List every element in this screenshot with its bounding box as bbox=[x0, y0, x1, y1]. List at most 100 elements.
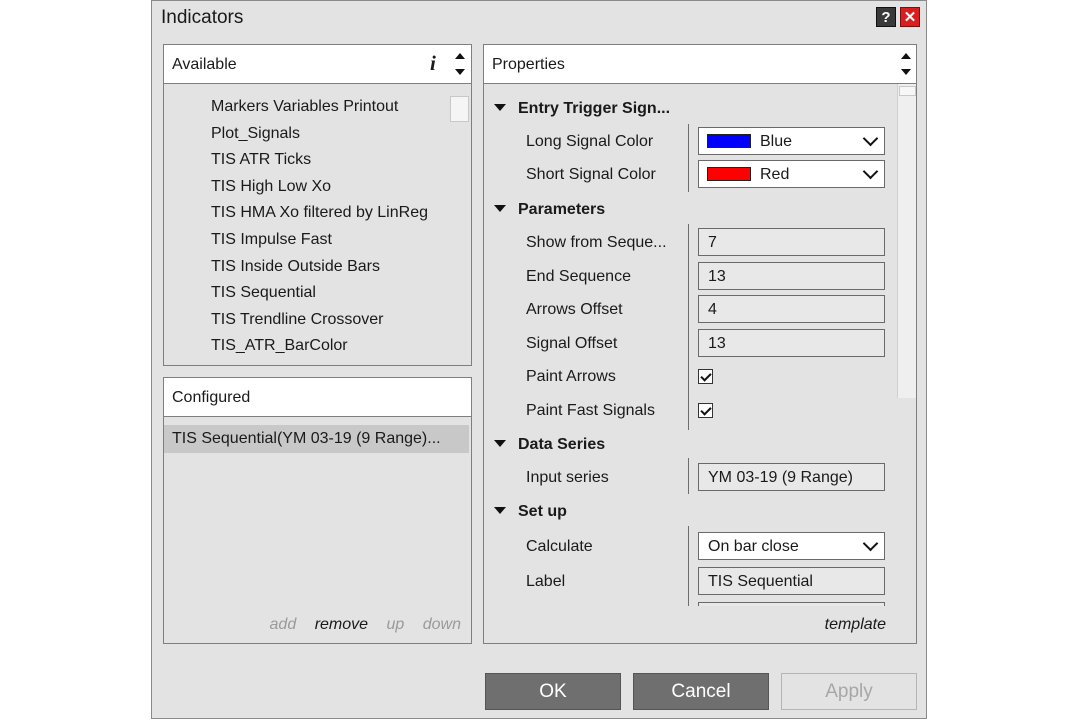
window-title: Indicators bbox=[161, 7, 244, 28]
label-label: Label bbox=[526, 573, 566, 590]
paint-arrows-checkbox[interactable] bbox=[698, 369, 713, 384]
arrow-down-icon[interactable] bbox=[901, 69, 911, 75]
help-icon[interactable]: ? bbox=[876, 7, 896, 27]
column-divider bbox=[688, 526, 689, 606]
input-series-field[interactable]: YM 03-19 (9 Range) bbox=[698, 463, 885, 491]
properties-title: Properties bbox=[492, 56, 565, 73]
paint-arrows-label: Paint Arrows bbox=[526, 368, 616, 385]
configured-panel: Configured TIS Sequential(YM 03-19 (9 Ra… bbox=[163, 377, 472, 644]
chevron-down-icon[interactable] bbox=[862, 130, 879, 147]
cancel-button[interactable]: Cancel bbox=[633, 673, 769, 710]
up-link[interactable]: up bbox=[387, 616, 405, 633]
show-from-sequence-label: Show from Seque... bbox=[526, 234, 667, 251]
list-item[interactable]: TIS Sequential bbox=[211, 284, 316, 302]
select-value: Red bbox=[760, 166, 790, 183]
category-label: Entry Trigger Sign... bbox=[518, 100, 671, 117]
field-value: 4 bbox=[708, 301, 717, 318]
field-value: 13 bbox=[708, 335, 726, 352]
down-link[interactable]: down bbox=[423, 616, 461, 633]
configured-actions: add remove up down bbox=[256, 616, 461, 634]
properties-scrollbar[interactable] bbox=[897, 84, 916, 398]
available-list: Markers Variables Printout Plot_Signals … bbox=[164, 84, 471, 365]
arrows-offset-input[interactable]: 4 bbox=[698, 295, 885, 323]
list-item[interactable]: Plot_Signals bbox=[211, 125, 300, 143]
info-icon[interactable]: i bbox=[430, 51, 436, 76]
arrow-down-icon[interactable] bbox=[455, 69, 465, 75]
list-item[interactable]: TIS Inside Outside Bars bbox=[211, 258, 380, 276]
chevron-down-icon[interactable] bbox=[862, 163, 879, 180]
long-signal-color-label: Long Signal Color bbox=[526, 133, 654, 150]
select-value: On bar close bbox=[708, 538, 799, 555]
short-signal-color-select[interactable]: Red bbox=[698, 160, 885, 188]
next-field-partial[interactable] bbox=[698, 602, 885, 606]
arrow-up-icon[interactable] bbox=[455, 53, 465, 59]
properties-spinner[interactable] bbox=[897, 45, 915, 83]
short-signal-color-label: Short Signal Color bbox=[526, 166, 656, 183]
list-item[interactable]: TIS ATR Ticks bbox=[211, 151, 311, 169]
select-value: Blue bbox=[760, 133, 793, 150]
available-sort-spinner[interactable] bbox=[451, 45, 469, 83]
collapse-triangle-icon[interactable] bbox=[494, 440, 506, 448]
properties-header: Properties bbox=[484, 45, 916, 84]
show-from-sequence-input[interactable]: 7 bbox=[698, 228, 885, 256]
properties-grid: Entry Trigger Sign... Long Signal Color … bbox=[484, 84, 916, 643]
template-link[interactable]: template bbox=[825, 616, 886, 634]
apply-button[interactable]: Apply bbox=[781, 673, 917, 710]
field-value: 13 bbox=[708, 268, 726, 285]
close-icon[interactable]: ✕ bbox=[900, 7, 920, 27]
column-divider bbox=[688, 124, 689, 192]
available-title: Available bbox=[172, 56, 237, 73]
category-label: Parameters bbox=[518, 201, 606, 218]
input-series-label: Input series bbox=[526, 469, 609, 486]
collapse-triangle-icon[interactable] bbox=[494, 104, 506, 112]
category-parameters[interactable]: Parameters bbox=[494, 201, 605, 219]
color-swatch-red bbox=[707, 167, 751, 181]
signal-offset-label: Signal Offset bbox=[526, 335, 618, 352]
configured-item-label: TIS Sequential(YM 03-19 (9 Range)... bbox=[172, 430, 441, 447]
ok-button[interactable]: OK bbox=[485, 673, 621, 710]
signal-offset-input[interactable]: 13 bbox=[698, 329, 885, 357]
column-divider bbox=[688, 224, 689, 430]
category-label: Data Series bbox=[518, 436, 606, 453]
configured-item-selected[interactable]: TIS Sequential(YM 03-19 (9 Range)... bbox=[164, 425, 469, 453]
configured-title: Configured bbox=[172, 389, 251, 406]
available-scrollbar-thumb[interactable] bbox=[450, 96, 469, 122]
end-sequence-input[interactable]: 13 bbox=[698, 262, 885, 290]
list-item[interactable]: TIS High Low Xo bbox=[211, 178, 331, 196]
label-input[interactable]: TIS Sequential bbox=[698, 567, 885, 595]
field-value: TIS Sequential bbox=[708, 573, 813, 590]
list-item[interactable]: TIS_ATR_BarColor bbox=[211, 337, 348, 355]
column-divider bbox=[688, 458, 689, 494]
collapse-triangle-icon[interactable] bbox=[494, 507, 506, 515]
list-item[interactable]: TIS HMA Xo filtered by LinReg bbox=[211, 204, 428, 222]
paint-fast-signals-checkbox[interactable] bbox=[698, 403, 713, 418]
available-panel: Available i Markers Variables Printout P… bbox=[163, 44, 472, 366]
list-item[interactable]: Markers Variables Printout bbox=[211, 98, 398, 116]
list-item[interactable]: TIS Impulse Fast bbox=[211, 231, 332, 249]
end-sequence-label: End Sequence bbox=[526, 268, 631, 285]
calculate-select[interactable]: On bar close bbox=[698, 532, 885, 560]
properties-scrollbar-thumb[interactable] bbox=[899, 86, 916, 96]
arrow-up-icon[interactable] bbox=[901, 53, 911, 59]
available-header: Available i bbox=[164, 45, 471, 84]
chevron-down-icon[interactable] bbox=[862, 535, 879, 552]
list-item[interactable]: TIS Trendline Crossover bbox=[211, 311, 384, 329]
arrows-offset-label: Arrows Offset bbox=[526, 301, 623, 318]
add-link[interactable]: add bbox=[270, 616, 297, 633]
indicators-dialog: Indicators ? ✕ Available i Markers Varia… bbox=[151, 0, 927, 719]
configured-list: TIS Sequential(YM 03-19 (9 Range)... add… bbox=[164, 417, 471, 643]
color-swatch-blue bbox=[707, 134, 751, 148]
category-entry-trigger[interactable]: Entry Trigger Sign... bbox=[494, 100, 670, 118]
category-data-series[interactable]: Data Series bbox=[494, 436, 605, 454]
calculate-label: Calculate bbox=[526, 538, 593, 555]
collapse-triangle-icon[interactable] bbox=[494, 205, 506, 213]
field-value: 7 bbox=[708, 234, 717, 251]
field-value: YM 03-19 (9 Range) bbox=[708, 469, 853, 486]
paint-fast-signals-label: Paint Fast Signals bbox=[526, 402, 655, 419]
properties-panel: Properties Entry Trigger Sign... Long Si… bbox=[483, 44, 917, 644]
long-signal-color-select[interactable]: Blue bbox=[698, 127, 885, 155]
category-set-up[interactable]: Set up bbox=[494, 503, 567, 521]
category-label: Set up bbox=[518, 503, 567, 520]
configured-header: Configured bbox=[164, 378, 471, 417]
remove-link[interactable]: remove bbox=[315, 616, 368, 633]
